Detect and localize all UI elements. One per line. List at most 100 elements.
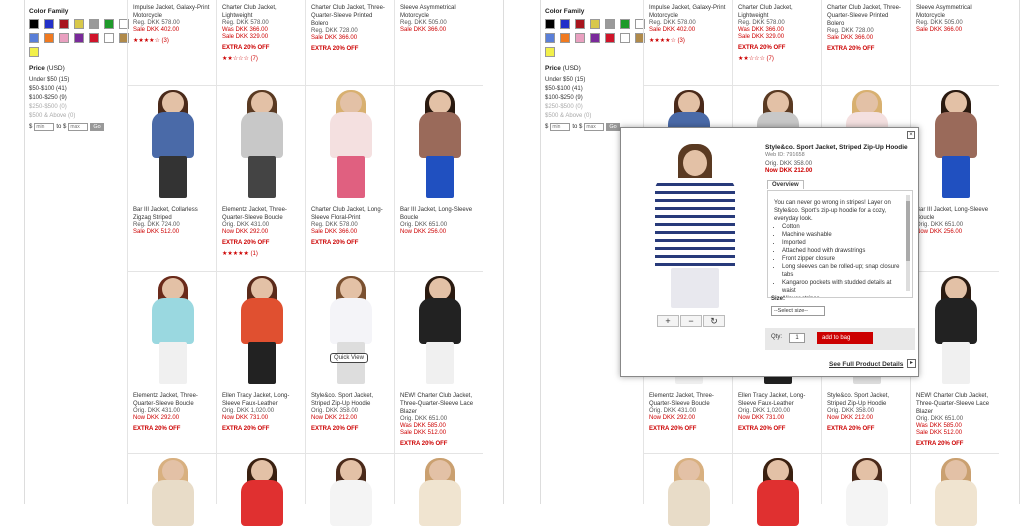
product-photo[interactable] bbox=[321, 90, 381, 198]
product-name[interactable]: Charter Club Jacket, Long-Sleeve Floral-… bbox=[311, 206, 390, 222]
color-swatch[interactable] bbox=[89, 19, 99, 29]
product-card[interactable] bbox=[394, 454, 483, 526]
color-swatch[interactable] bbox=[29, 47, 39, 57]
product-card[interactable]: Elementz Jacket, Three-Quarter-Sleeve Bo… bbox=[216, 86, 305, 272]
product-name[interactable]: Sleeve Asymmetrical Motorcycle bbox=[400, 4, 479, 20]
product-name[interactable]: Bar III Jacket, Long-Sleeve Boucle bbox=[916, 206, 995, 222]
product-card[interactable]: Style&co. Sport Jacket, Striped Zip-Up H… bbox=[305, 272, 394, 454]
product-card[interactable]: NEW! Charter Club Jacket, Three-Quarter-… bbox=[394, 272, 483, 454]
product-photo[interactable] bbox=[926, 90, 986, 198]
color-swatch[interactable] bbox=[575, 19, 585, 29]
color-swatch[interactable] bbox=[29, 33, 39, 43]
color-swatch[interactable] bbox=[104, 19, 114, 29]
product-name[interactable]: Charter Club Jacket, Three-Quarter-Sleev… bbox=[311, 4, 390, 28]
product-photo[interactable] bbox=[837, 458, 897, 526]
product-name[interactable]: Impulse Jacket, Galaxy-Print Motorcycle bbox=[649, 4, 728, 20]
size-select[interactable]: --Select size-- bbox=[771, 306, 825, 316]
product-name[interactable]: Sleeve Asymmetrical Motorcycle bbox=[916, 4, 995, 20]
color-swatch[interactable] bbox=[590, 33, 600, 43]
product-photo[interactable] bbox=[748, 458, 808, 526]
product-card[interactable]: NEW! Charter Club Jacket, Three-Quarter-… bbox=[910, 272, 999, 454]
price-min-input[interactable] bbox=[34, 123, 55, 131]
price-go-button[interactable]: Go bbox=[90, 123, 104, 131]
product-name[interactable]: Charter Club Jacket, Lightweight bbox=[738, 4, 817, 20]
product-name[interactable]: Bar III Jacket, Long-Sleeve Boucle bbox=[400, 206, 479, 222]
product-name[interactable]: Style&co. Sport Jacket, Striped Zip-Up H… bbox=[311, 392, 390, 408]
product-name[interactable]: Ellen Tracy Jacket, Long-Sleeve Faux-Lea… bbox=[738, 392, 817, 408]
product-name[interactable]: Charter Club Jacket, Three-Quarter-Sleev… bbox=[827, 4, 906, 28]
color-swatch[interactable] bbox=[560, 33, 570, 43]
price-range-option[interactable]: Under $50 (15) bbox=[29, 76, 125, 85]
quick-view-button[interactable]: Quick View bbox=[330, 353, 368, 363]
tab-overview[interactable]: Overview bbox=[767, 180, 804, 189]
product-photo[interactable] bbox=[926, 276, 986, 384]
product-card[interactable]: Bar III Jacket, Collarless Zigzag Stripe… bbox=[127, 86, 216, 272]
price-range-option[interactable]: $250-$500 (0) bbox=[29, 103, 125, 112]
product-card[interactable]: Impulse Jacket, Galaxy-Print Motorcycle … bbox=[643, 0, 732, 86]
color-swatch[interactable] bbox=[29, 19, 39, 29]
product-photo[interactable] bbox=[410, 458, 470, 526]
product-card[interactable]: Charter Club Jacket, Three-Quarter-Sleev… bbox=[305, 0, 394, 86]
product-name[interactable]: Elementz Jacket, Three-Quarter-Sleeve Bo… bbox=[649, 392, 728, 408]
product-photo[interactable] bbox=[232, 458, 292, 526]
product-name[interactable]: NEW! Charter Club Jacket, Three-Quarter-… bbox=[916, 392, 995, 416]
product-photo[interactable] bbox=[410, 276, 470, 384]
product-photo[interactable] bbox=[232, 276, 292, 384]
price-range-option[interactable]: $500 & Above (0) bbox=[29, 112, 125, 121]
price-range-option[interactable]: $100-$250 (9) bbox=[29, 94, 125, 103]
color-swatch[interactable] bbox=[59, 19, 69, 29]
product-card[interactable]: Sleeve Asymmetrical Motorcycle Reg. DKK … bbox=[394, 0, 483, 86]
product-name[interactable]: Elementz Jacket, Three-Quarter-Sleeve Bo… bbox=[133, 392, 212, 408]
product-card[interactable]: Charter Club Jacket, Lightweight Reg. DK… bbox=[732, 0, 821, 86]
product-card[interactable] bbox=[127, 454, 216, 526]
product-photo[interactable] bbox=[659, 458, 719, 526]
zoom-in-icon[interactable]: + bbox=[657, 315, 679, 327]
product-card[interactable]: Bar III Jacket, Long-Sleeve Boucle Orig.… bbox=[394, 86, 483, 272]
color-swatch[interactable] bbox=[575, 33, 585, 43]
color-swatch[interactable] bbox=[89, 33, 99, 43]
price-go-button[interactable]: Go bbox=[606, 123, 620, 131]
product-card[interactable]: Sleeve Asymmetrical Motorcycle Reg. DKK … bbox=[910, 0, 999, 86]
price-max-input[interactable] bbox=[584, 123, 605, 131]
color-swatch[interactable] bbox=[545, 47, 555, 57]
price-range-option[interactable]: $50-$100 (41) bbox=[545, 85, 641, 94]
color-swatch[interactable] bbox=[605, 33, 615, 43]
product-name[interactable]: Impulse Jacket, Galaxy-Print Motorcycle bbox=[133, 4, 212, 20]
product-card[interactable]: Charter Club Jacket, Long-Sleeve Floral-… bbox=[305, 86, 394, 272]
product-name[interactable]: Style&co. Sport Jacket, Striped Zip-Up H… bbox=[827, 392, 906, 408]
product-photo[interactable] bbox=[321, 458, 381, 526]
color-swatch[interactable] bbox=[620, 19, 630, 29]
product-photo[interactable] bbox=[143, 90, 203, 198]
color-swatch[interactable] bbox=[74, 33, 84, 43]
product-name[interactable]: Elementz Jacket, Three-Quarter-Sleeve Bo… bbox=[222, 206, 301, 222]
product-card[interactable] bbox=[305, 454, 394, 526]
price-range-option[interactable]: Under $50 (15) bbox=[545, 76, 641, 85]
price-min-input[interactable] bbox=[550, 123, 571, 131]
color-swatch[interactable] bbox=[59, 33, 69, 43]
product-card[interactable] bbox=[216, 454, 305, 526]
product-photo[interactable] bbox=[321, 276, 381, 384]
product-card[interactable]: Impulse Jacket, Galaxy-Print Motorcycle … bbox=[127, 0, 216, 86]
price-range-option[interactable]: $50-$100 (41) bbox=[29, 85, 125, 94]
product-photo[interactable] bbox=[232, 90, 292, 198]
product-card[interactable] bbox=[732, 454, 821, 526]
product-name[interactable]: NEW! Charter Club Jacket, Three-Quarter-… bbox=[400, 392, 479, 416]
color-swatch[interactable] bbox=[44, 33, 54, 43]
product-name[interactable]: Bar III Jacket, Collarless Zigzag Stripe… bbox=[133, 206, 212, 222]
price-max-input[interactable] bbox=[68, 123, 89, 131]
next-arrow-icon[interactable]: ▸ bbox=[907, 359, 916, 368]
price-range-option[interactable]: $100-$250 (9) bbox=[545, 94, 641, 103]
product-card[interactable]: Ellen Tracy Jacket, Long-Sleeve Faux-Lea… bbox=[216, 272, 305, 454]
price-range-option[interactable]: $500 & Above (0) bbox=[545, 112, 641, 121]
product-name[interactable]: Charter Club Jacket, Lightweight bbox=[222, 4, 301, 20]
product-card[interactable]: Charter Club Jacket, Three-Quarter-Sleev… bbox=[821, 0, 910, 86]
product-card[interactable] bbox=[643, 454, 732, 526]
product-card[interactable] bbox=[821, 454, 910, 526]
color-swatch[interactable] bbox=[44, 19, 54, 29]
product-card[interactable]: Elementz Jacket, Three-Quarter-Sleeve Bo… bbox=[127, 272, 216, 454]
color-swatch[interactable] bbox=[74, 19, 84, 29]
color-swatch[interactable] bbox=[545, 33, 555, 43]
qty-input[interactable]: 1 bbox=[789, 333, 805, 343]
scrollbar-thumb[interactable] bbox=[906, 201, 910, 261]
color-swatch[interactable] bbox=[605, 19, 615, 29]
